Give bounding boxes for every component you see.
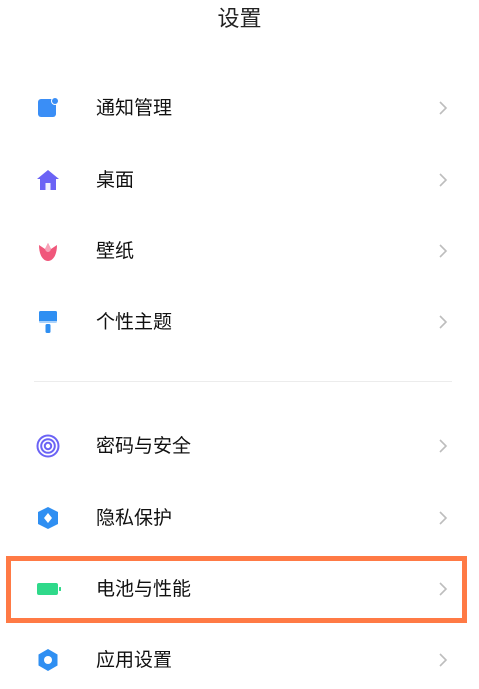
settings-item-label: 壁纸 (96, 240, 135, 262)
settings-item-password-security[interactable]: 密码与安全 (0, 418, 479, 474)
section-divider (34, 381, 452, 382)
settings-item-label: 应用设置 (96, 649, 173, 671)
settings-item-privacy[interactable]: 隐私保护 (0, 490, 479, 546)
gear-icon (38, 649, 58, 671)
settings-item-label: 桌面 (96, 169, 135, 191)
home-icon (37, 170, 59, 190)
page-title: 设置 (217, 7, 262, 32)
chevron-right-icon (439, 315, 448, 329)
chevron-right-icon (439, 653, 448, 667)
fingerprint-icon (36, 434, 60, 458)
chevron-right-icon (439, 101, 448, 115)
settings-item-label: 个性主题 (96, 311, 173, 333)
highlight-box (6, 556, 467, 623)
chevron-right-icon (439, 173, 448, 187)
settings-item-app-settings[interactable]: 应用设置 (0, 632, 479, 688)
settings-item-label: 密码与安全 (96, 435, 192, 457)
chevron-right-icon (439, 511, 448, 525)
settings-item-notifications[interactable]: 通知管理 (0, 80, 479, 136)
settings-item-themes[interactable]: 个性主题 (0, 294, 479, 350)
shield-icon (38, 507, 58, 529)
tulip-icon (39, 243, 57, 261)
settings-item-desktop[interactable]: 桌面 (0, 152, 479, 208)
chevron-right-icon (439, 439, 448, 453)
notification-icon (38, 97, 59, 117)
chevron-right-icon (439, 244, 448, 258)
settings-item-wallpaper[interactable]: 壁纸 (0, 223, 479, 279)
settings-item-label: 隐私保护 (96, 507, 173, 529)
paint-brush-icon (39, 311, 57, 333)
settings-item-label: 通知管理 (96, 97, 173, 119)
